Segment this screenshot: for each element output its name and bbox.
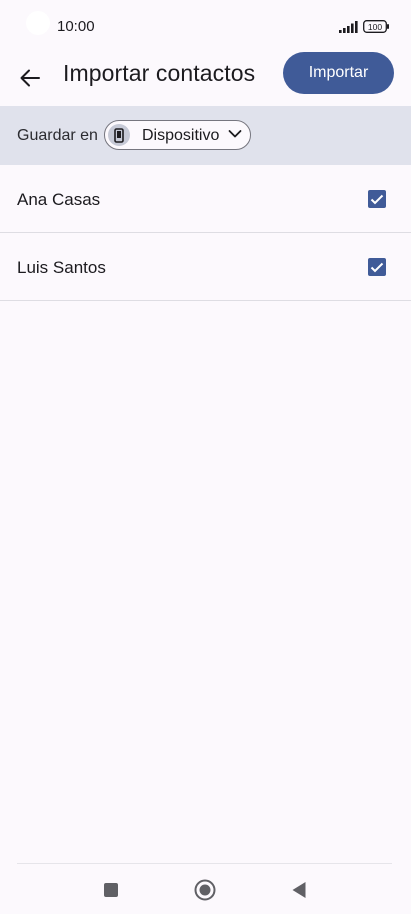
contact-row[interactable]: Luis Santos (0, 233, 411, 301)
contact-name: Luis Santos (17, 258, 106, 277)
save-location-dropdown[interactable]: Dispositivo (104, 120, 251, 150)
phone-icon-badge (108, 124, 130, 146)
check-icon (370, 262, 384, 272)
save-destination-bar: Guardar en Dispositivo (0, 106, 411, 165)
status-time: 10:00 (57, 18, 95, 35)
signal-icon (339, 21, 358, 33)
app-bar: Importar contactos Importar (0, 52, 411, 106)
back-button[interactable] (8, 56, 52, 100)
nav-divider (17, 863, 392, 864)
contact-checkbox[interactable] (368, 190, 386, 208)
status-camera-dot (26, 11, 50, 35)
phone-icon (114, 127, 124, 143)
contact-row[interactable]: Ana Casas (0, 165, 411, 233)
battery-icon: 100 (363, 20, 389, 33)
contact-checkbox[interactable] (368, 258, 386, 276)
import-button[interactable]: Importar (283, 52, 394, 94)
contact-name: Ana Casas (17, 190, 101, 209)
recents-button[interactable] (97, 876, 125, 904)
square-icon (104, 883, 118, 897)
page-title: Importar contactos (63, 60, 256, 86)
battery-level: 100 (368, 22, 382, 32)
save-location-value: Dispositivo (142, 127, 220, 144)
check-icon (370, 194, 384, 204)
status-bar: 10:00 100 (0, 0, 411, 52)
chevron-down-icon (228, 130, 242, 138)
triangle-back-icon (292, 882, 306, 898)
save-to-label: Guardar en (17, 127, 98, 144)
import-button-label: Importar (308, 64, 369, 81)
nav-back-button[interactable] (285, 876, 313, 904)
home-button[interactable] (191, 876, 219, 904)
arrow-left-icon (20, 69, 40, 87)
circle-icon (194, 879, 216, 901)
